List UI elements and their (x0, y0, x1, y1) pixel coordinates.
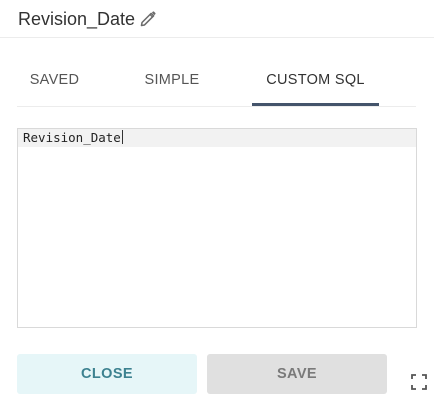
popover-header: Revision_Date (0, 0, 434, 38)
save-button[interactable]: SAVE (207, 354, 387, 394)
sql-editor-content[interactable]: Revision_Date (23, 130, 123, 146)
text-cursor (121, 130, 123, 144)
metric-title[interactable]: Revision_Date (18, 8, 135, 30)
sql-editor[interactable]: Revision_Date (17, 128, 417, 328)
sql-editor-value: Revision_Date (23, 130, 121, 145)
tab-simple[interactable]: SIMPLE (127, 58, 217, 106)
tab-saved[interactable]: SAVED (17, 58, 92, 106)
tab-bar: SAVED SIMPLE CUSTOM SQL (17, 58, 416, 107)
custom-sql-popover: Revision_Date SAVED SIMPLE CUSTOM SQL Re… (0, 0, 434, 407)
close-button[interactable]: CLOSE (17, 354, 197, 394)
tab-custom-sql[interactable]: CUSTOM SQL (252, 58, 379, 106)
expand-icon[interactable] (410, 373, 428, 391)
pencil-icon[interactable] (139, 9, 158, 28)
